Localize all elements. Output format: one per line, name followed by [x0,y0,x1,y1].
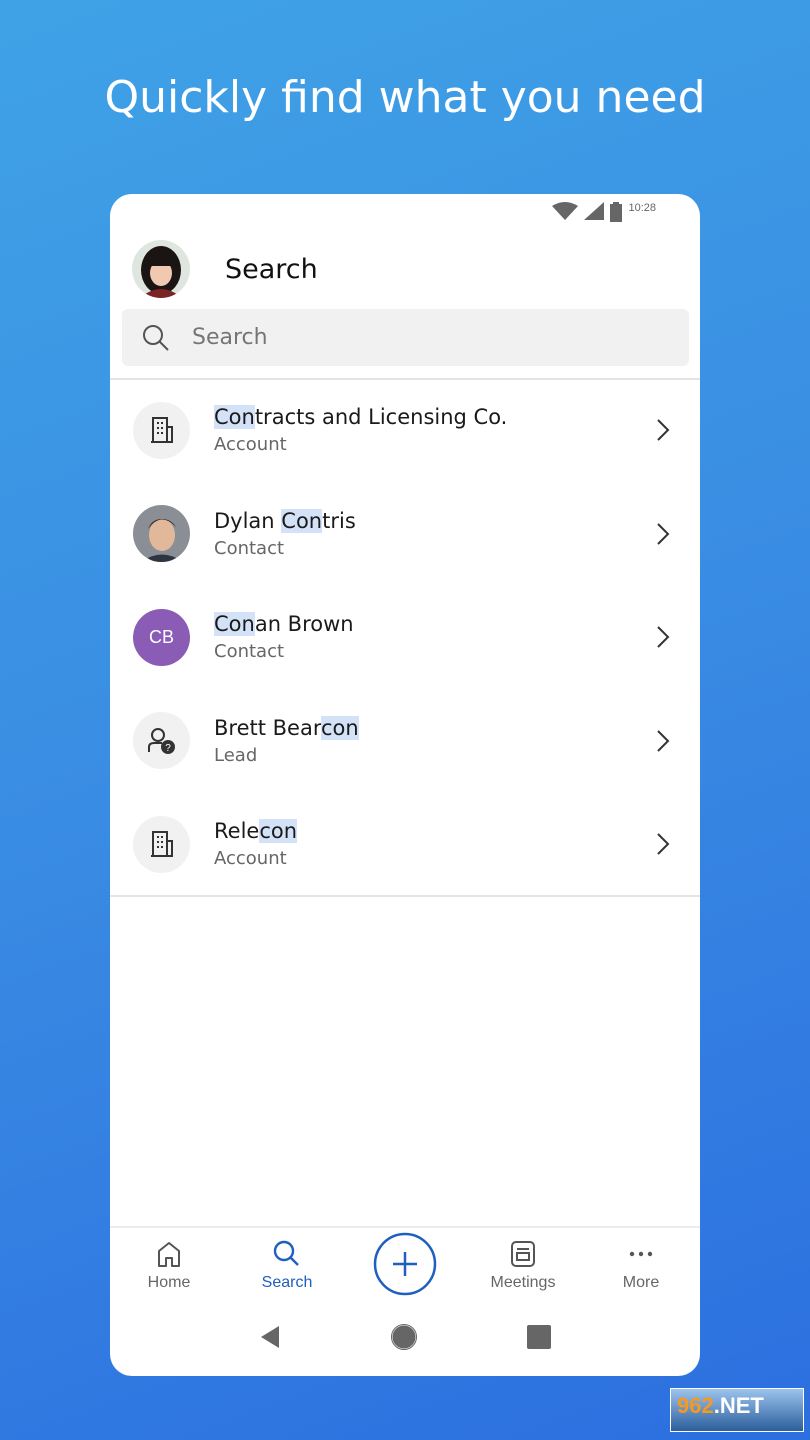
home-circle-icon[interactable] [391,1324,417,1350]
chevron-right-icon [657,419,670,441]
name-part: Brett Bear [214,715,322,740]
result-type: Account [214,434,287,455]
search-icon [143,324,169,351]
meetings-icon [511,1241,535,1267]
search-bar[interactable] [122,309,689,366]
chevron-right-icon [657,522,670,545]
search-icon [273,1240,299,1266]
result-type: Contact [214,537,285,559]
headline: Quickly find what you need [104,72,706,123]
initials: CB [148,626,174,647]
more-icon [629,1251,653,1257]
result-name: Conan Brown [214,612,656,636]
back-icon[interactable] [259,1325,281,1349]
divider [110,378,700,380]
name-part: tracts and Licensing Co. [254,405,508,429]
nav-search[interactable]: Search [228,1228,346,1306]
result-name: Dylan Contris [214,508,656,533]
result-type: Account [214,848,287,869]
result-name: Relecon [214,819,656,843]
plus-icon [373,1232,437,1296]
result-row[interactable]: Relecon Account [110,799,700,889]
search-input[interactable] [192,325,642,350]
nav-more[interactable]: More [582,1228,700,1306]
watermark-logo: 962.NET [670,1388,804,1432]
signal-icon [584,202,605,220]
chevron-right-icon [657,729,670,752]
page-title: Search [225,253,318,285]
bottom-nav: Home Search Meetings More [110,1226,700,1306]
chevron-right-icon [657,833,670,855]
contact-photo [133,505,190,562]
name-part: tris [322,508,356,533]
wifi-icon [552,202,579,220]
result-row[interactable]: Contracts and Licensing Co. Account [110,385,700,475]
match-highlight: Con [281,508,323,533]
recents-icon[interactable] [527,1325,551,1349]
match-highlight: Con [214,612,255,636]
battery-icon [610,202,623,222]
match-highlight: Con [214,405,255,429]
building-icon [150,417,173,443]
match-highlight: con [321,715,359,740]
user-avatar[interactable] [132,240,190,298]
account-avatar [133,815,190,873]
create-button[interactable] [346,1228,464,1306]
result-type: Lead [214,744,258,766]
status-bar: 10:28 [552,202,656,222]
nav-meetings-label: Meetings [490,1274,556,1291]
name-part: an Brown [254,612,354,636]
result-name: Contracts and Licensing Co. [214,405,656,429]
result-name: Brett Bearcon [214,715,656,740]
phone-screen: 10:28 Search Contracts and Licensing Co.… [110,194,700,1376]
nav-search-label: Search [261,1274,313,1291]
system-nav [110,1324,700,1350]
divider [110,895,700,897]
name-part: Rele [214,819,260,843]
nav-meetings[interactable]: Meetings [464,1228,582,1306]
nav-more-label: More [622,1274,660,1291]
status-time: 10:28 [628,202,656,214]
lead-avatar: ? [133,712,190,769]
nav-home-label: Home [147,1274,191,1291]
result-row[interactable]: ? Brett Bearcon Lead [110,696,700,786]
result-row[interactable]: Dylan Contris Contact [110,489,700,579]
chevron-right-icon [657,626,670,648]
svg-text:?: ? [165,743,171,754]
result-type: Contact [214,641,285,662]
nav-home[interactable]: Home [110,1228,228,1306]
initials-avatar: CB [133,608,190,666]
lead-icon: ? [147,727,175,754]
name-part: Dylan [214,508,282,533]
building-icon [150,831,173,857]
account-avatar [133,401,190,459]
result-row[interactable]: CB Conan Brown Contact [110,592,700,682]
match-highlight: con [259,819,298,843]
home-icon [158,1242,180,1267]
